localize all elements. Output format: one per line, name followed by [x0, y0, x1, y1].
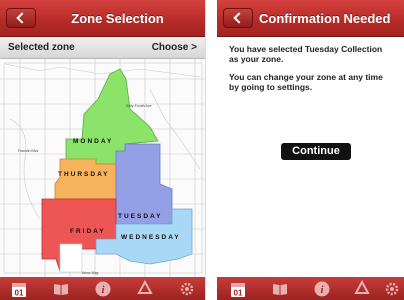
tab-bar: 01 i — [217, 277, 404, 300]
recycle-icon[interactable] — [136, 280, 154, 298]
continue-button[interactable]: Continue — [281, 143, 351, 160]
svg-text:01: 01 — [15, 289, 24, 298]
tuesday-label: TUESDAY — [118, 213, 162, 220]
street-label: Sixty-Fourth Ave — [126, 104, 152, 108]
back-button[interactable] — [6, 8, 36, 28]
page-title: Zone Selection — [71, 11, 164, 26]
thursday-label: THURSDAY — [58, 171, 110, 178]
confirmation-screen: Confirmation Needed You have selected Tu… — [217, 0, 404, 300]
info-icon[interactable]: i — [313, 280, 331, 298]
svg-text:01: 01 — [234, 289, 243, 298]
selected-zone-label: Selected zone — [8, 42, 75, 53]
friday-label: FRIDAY — [70, 228, 106, 235]
gear-icon[interactable] — [178, 280, 196, 298]
info-icon[interactable]: i — [94, 280, 112, 298]
tuesday-zone — [115, 143, 173, 225]
street-label: Arbor Way — [82, 271, 99, 275]
calendar-icon[interactable]: 01 — [229, 280, 247, 298]
confirmation-message-line: You have selected Tuesday Collection — [229, 44, 383, 54]
book-icon[interactable] — [271, 280, 289, 298]
selected-zone-bar[interactable]: Selected zone Choose > — [0, 37, 205, 59]
settings-hint-line: by going to settings. — [229, 82, 313, 92]
navigation-bar: Zone Selection — [0, 0, 205, 37]
thursday-zone — [54, 158, 117, 200]
zone-selection-screen: Zone Selection Selected zone Choose > MO… — [0, 0, 206, 300]
svg-text:i: i — [321, 285, 324, 296]
back-button[interactable] — [223, 8, 253, 28]
calendar-icon[interactable]: 01 — [10, 280, 28, 298]
navigation-bar: Confirmation Needed — [217, 0, 404, 37]
page-title: Confirmation Needed — [259, 11, 391, 26]
book-icon[interactable] — [52, 280, 70, 298]
monday-label: MONDAY — [73, 138, 113, 145]
zone-map-svg: MONDAY THURSDAY TUESDAY FRIDAY WEDNESDAY… — [0, 59, 205, 277]
wednesday-label: WEDNESDAY — [121, 234, 181, 241]
confirmation-message-line: as your zone. — [229, 54, 284, 64]
svg-text:i: i — [102, 285, 105, 296]
settings-hint-line: You can change your zone at any time — [229, 72, 383, 82]
street-label: Franklin Blvd — [18, 149, 38, 153]
zone-map[interactable]: MONDAY THURSDAY TUESDAY FRIDAY WEDNESDAY… — [0, 59, 205, 277]
gear-icon[interactable] — [383, 280, 401, 298]
choose-button[interactable]: Choose > — [152, 42, 197, 53]
recycle-icon[interactable] — [353, 280, 371, 298]
tab-bar: 01 i — [0, 277, 205, 300]
